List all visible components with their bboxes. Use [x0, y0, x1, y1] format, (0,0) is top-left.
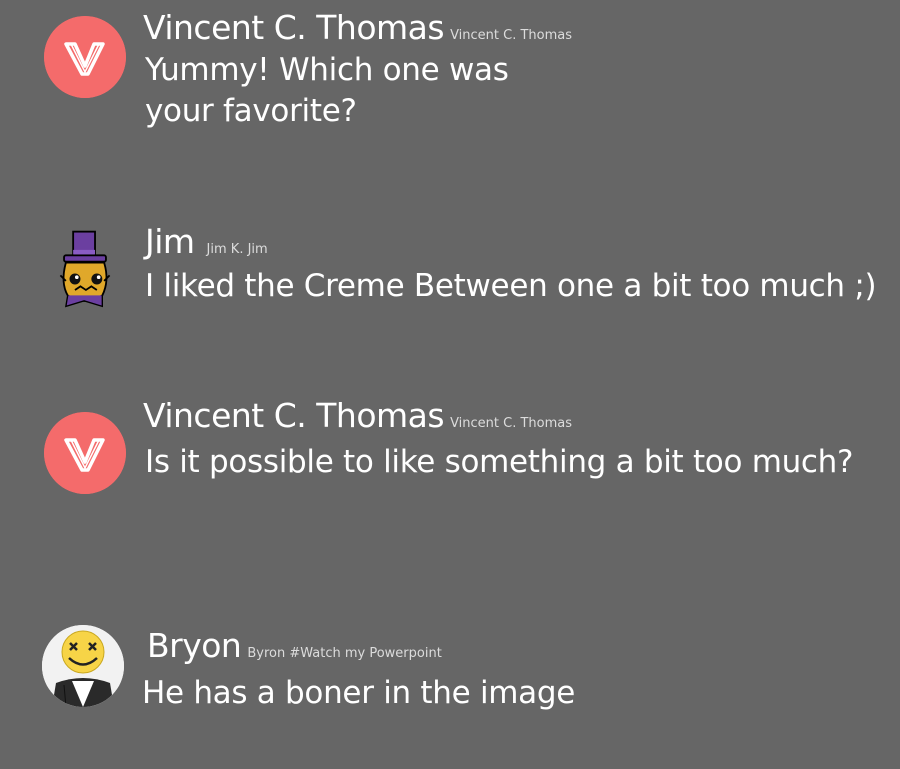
message-text-line: Is it possible to like something a bit t… [145, 444, 854, 480]
message-header: Jim Jim K. Jim [145, 222, 268, 261]
message-text: I liked the Creme Between one a bit too … [145, 266, 877, 307]
message-text-line: I liked the Creme Between one a bit too … [145, 268, 877, 304]
v-logo-icon [44, 412, 126, 494]
author-name[interactable]: Vincent C. Thomas [143, 8, 445, 47]
avatar[interactable] [44, 228, 126, 310]
x-eyes-smiley-person-icon [42, 625, 124, 707]
author-handle: Byron #Watch my Powerpoint [247, 646, 442, 661]
top-hat-creature-icon [59, 230, 111, 308]
author-name[interactable]: Jim [145, 222, 195, 261]
message-text: He has a boner in the image [142, 673, 575, 714]
avatar[interactable] [44, 16, 126, 98]
avatar[interactable] [42, 625, 124, 707]
message-text: Is it possible to like something a bit t… [145, 442, 853, 483]
message-text-line: Yummy! Which one was [145, 52, 509, 88]
chat-transcript: Vincent C. Thomas Vincent C. Thomas Yummy… [0, 0, 900, 769]
avatar[interactable] [44, 412, 126, 494]
message-header: Vincent C. Thomas Vincent C. Thomas [143, 396, 572, 435]
author-handle: Jim K. Jim [206, 242, 268, 257]
author-name[interactable]: Bryon [147, 626, 242, 665]
author-name[interactable]: Vincent C. Thomas [143, 396, 445, 435]
message-text-line: your favorite? [145, 93, 357, 129]
message-header: Bryon Byron #Watch my Powerpoint [147, 626, 442, 665]
author-handle: Vincent C. Thomas [450, 416, 573, 431]
v-logo-icon [44, 16, 126, 98]
message-text: Yummy! Which one was your favorite? [145, 50, 509, 132]
message-header: Vincent C. Thomas Vincent C. Thomas [143, 8, 572, 47]
author-handle: Vincent C. Thomas [450, 28, 573, 43]
message-text-line: He has a boner in the image [142, 675, 575, 711]
